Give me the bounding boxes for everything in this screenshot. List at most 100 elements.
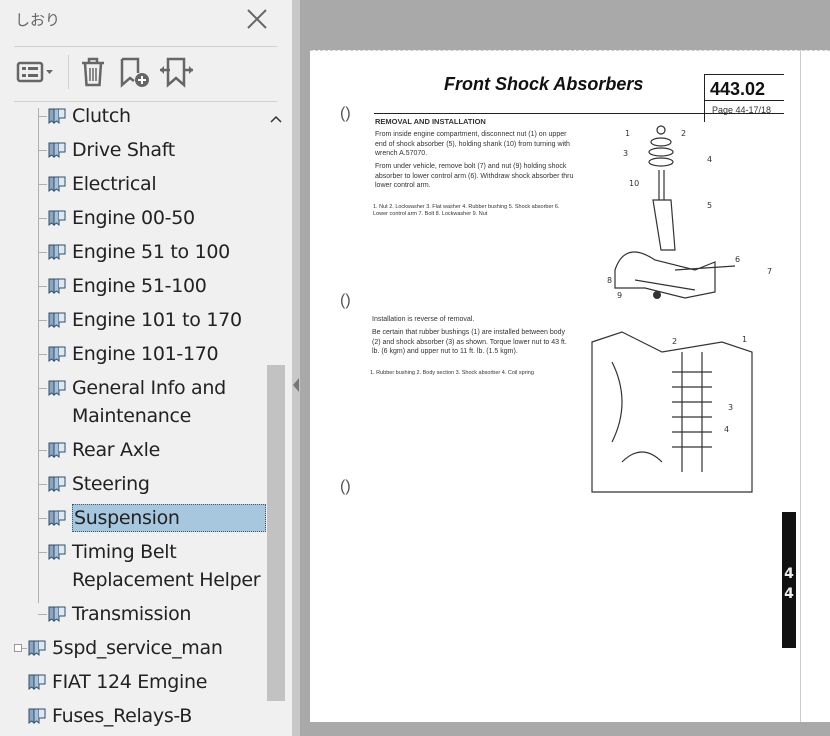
bookmark-icon bbox=[47, 474, 67, 494]
bookmark-item[interactable]: FIAT 124 Emgine bbox=[0, 668, 265, 696]
bookmark-label: Electrical bbox=[72, 173, 157, 195]
tree-line bbox=[38, 320, 47, 321]
bookmark-icon bbox=[47, 604, 67, 624]
bookmark-label: Timing Belt bbox=[72, 541, 177, 563]
bookmark-item[interactable]: Fuses_Relays-B bbox=[0, 702, 265, 730]
callout: 4 bbox=[707, 155, 712, 164]
bookmarks-panel: しおり Clutch Drive Shaft Electrical Engine 00… bbox=[0, 0, 292, 736]
bookmark-item[interactable]: Timing Belt Replacement Helper bbox=[0, 538, 265, 591]
expand-bookmark-icon[interactable] bbox=[158, 56, 194, 88]
bookmark-label: Engine 00-50 bbox=[72, 207, 195, 229]
bookmark-icon bbox=[27, 672, 47, 692]
doc-title: Front Shock Absorbers bbox=[444, 74, 644, 94]
callout: 10 bbox=[629, 179, 639, 188]
punch-hole: () bbox=[340, 478, 351, 495]
panel-title: しおり bbox=[15, 11, 61, 29]
scrollbar-thumb[interactable] bbox=[267, 365, 285, 701]
tree-line bbox=[38, 218, 47, 219]
toolbar-separator bbox=[68, 55, 69, 89]
bookmark-item[interactable]: Suspension bbox=[0, 504, 266, 532]
callout: 1 bbox=[742, 335, 747, 344]
bookmark-label: General Info and bbox=[72, 377, 226, 399]
bookmark-icon bbox=[47, 508, 67, 528]
shock-absorber-diagram: 1 2 3 4 10 5 6 7 8 9 bbox=[607, 125, 772, 300]
bookmark-item[interactable]: Engine 51 to 100 bbox=[0, 238, 265, 266]
bookmark-label: Clutch bbox=[72, 108, 131, 127]
callout: 6 bbox=[735, 255, 740, 264]
bookmark-icon bbox=[47, 276, 67, 296]
bookmark-icon bbox=[27, 706, 47, 726]
bookmark-icon bbox=[47, 108, 67, 126]
bookmark-label: Engine 51-100 bbox=[72, 275, 207, 297]
tree-line bbox=[38, 116, 47, 117]
bookmark-item[interactable]: Rear Axle bbox=[0, 436, 265, 464]
tree-line bbox=[38, 184, 47, 185]
bookmark-label: Engine 101-170 bbox=[72, 343, 219, 365]
doc-para: Installation is reverse of removal. bbox=[372, 316, 475, 323]
bookmark-item[interactable]: Steering bbox=[0, 470, 265, 498]
document-page: Front Shock Absorbers 443.02 Page 44-17/… bbox=[310, 50, 830, 722]
bookmark-icon bbox=[47, 242, 67, 262]
callout: 2 bbox=[672, 337, 677, 346]
doc-para: From under vehicle, remove bolt (7) and … bbox=[375, 163, 574, 189]
callout: 7 bbox=[767, 267, 772, 276]
bookmark-item[interactable]: Clutch bbox=[0, 108, 265, 130]
scroll-up-icon[interactable] bbox=[270, 114, 282, 124]
doc-section: 443.02 bbox=[710, 79, 766, 99]
bookmark-label: Suspension bbox=[72, 504, 266, 532]
bookmark-item[interactable]: Engine 00-50 bbox=[0, 204, 265, 232]
bookmark-label-line2: Replacement Helper bbox=[72, 569, 261, 591]
doc-legend: 1. Nut 2. Lockwasher 3. Flat washer 4. R… bbox=[373, 204, 560, 217]
bookmark-item[interactable]: General Info and Maintenance bbox=[0, 374, 265, 427]
bookmark-tree: Clutch Drive Shaft Electrical Engine 00-50 E… bbox=[0, 108, 285, 736]
tree-line bbox=[38, 484, 47, 485]
bookmark-item[interactable]: Engine 51-100 bbox=[0, 272, 265, 300]
bookmark-item[interactable]: Drive Shaft bbox=[0, 136, 265, 164]
bookmark-icon bbox=[47, 378, 67, 398]
bookmark-icon bbox=[47, 440, 67, 460]
bookmark-icon bbox=[47, 174, 67, 194]
bookmark-item[interactable]: Electrical bbox=[0, 170, 265, 198]
doc-legend: 1. Rubber bushing 2. Body section 3. Sho… bbox=[370, 370, 534, 376]
bookmark-label: Drive Shaft bbox=[72, 139, 175, 161]
section-tab: 44 bbox=[782, 512, 796, 648]
coil-spring-diagram: 2 1 3 4 bbox=[591, 331, 753, 493]
callout: 9 bbox=[617, 291, 622, 300]
callout: 8 bbox=[607, 276, 612, 285]
tree-line bbox=[38, 354, 47, 355]
close-icon[interactable] bbox=[244, 6, 270, 32]
bookmark-label: Steering bbox=[72, 473, 150, 495]
callout: 1 bbox=[625, 129, 630, 138]
tree-line bbox=[38, 286, 47, 287]
bookmark-label: Rear Axle bbox=[72, 439, 161, 461]
trash-icon[interactable] bbox=[78, 56, 108, 88]
doc-para: From inside engine compartment, disconne… bbox=[375, 131, 570, 157]
callout: 3 bbox=[623, 149, 628, 158]
collapse-panel-icon[interactable] bbox=[293, 378, 299, 392]
bookmark-icon bbox=[47, 140, 67, 160]
expand-toggle[interactable] bbox=[14, 644, 22, 652]
bookmark-icon bbox=[27, 638, 47, 658]
bookmark-label: Engine 51 to 100 bbox=[72, 241, 230, 263]
bookmark-label: Engine 101 to 170 bbox=[72, 309, 242, 331]
divider bbox=[14, 101, 277, 102]
options-menu-icon[interactable] bbox=[16, 56, 58, 88]
bookmark-icon bbox=[47, 344, 67, 364]
callout: 4 bbox=[724, 425, 729, 434]
tree-line bbox=[38, 150, 47, 151]
doc-heading: REMOVAL AND INSTALLATION bbox=[375, 117, 486, 126]
bookmark-item[interactable]: 5spd_service_man bbox=[0, 634, 265, 662]
bookmark-label-line2: Maintenance bbox=[72, 405, 192, 427]
new-bookmark-icon[interactable] bbox=[118, 56, 152, 88]
bookmark-item[interactable]: Transmission bbox=[0, 600, 265, 628]
tree-line bbox=[38, 450, 47, 451]
bookmark-item[interactable]: Engine 101 to 170 bbox=[0, 306, 265, 334]
callout: 2 bbox=[681, 129, 686, 138]
doc-para: Be certain that rubber bushings (1) are … bbox=[372, 329, 567, 355]
callout: 3 bbox=[728, 403, 733, 412]
panel-splitter[interactable] bbox=[292, 0, 300, 736]
tree-line bbox=[38, 614, 47, 615]
bookmark-item[interactable]: Engine 101-170 bbox=[0, 340, 265, 368]
tree-line bbox=[38, 252, 47, 253]
bookmark-label: Transmission bbox=[72, 603, 192, 625]
